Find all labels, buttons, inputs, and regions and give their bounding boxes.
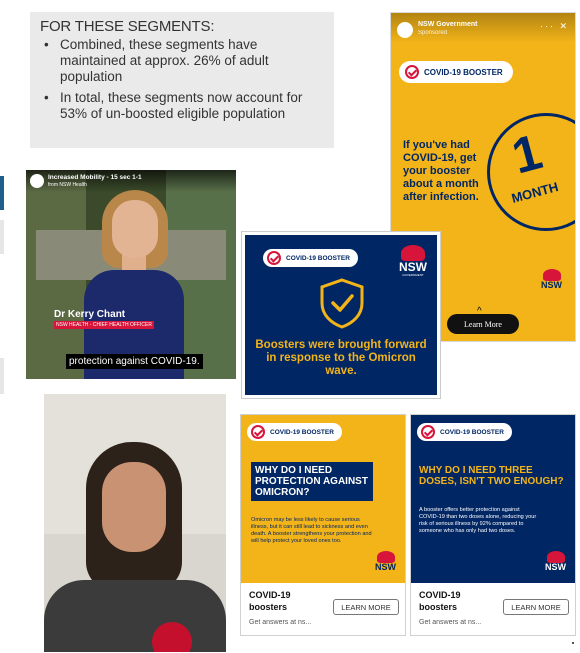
card-body: Omicron may be less likely to cause seri…: [251, 517, 372, 544]
card-title: COVID-19 boosters: [249, 590, 291, 612]
booster-pill-label: COVID-19 BOOSTER: [286, 254, 350, 262]
carousel-card[interactable]: COVID-19 BOOSTER WHY DO I NEED PROTECTIO…: [240, 414, 406, 636]
carousel-ads: COVID-19 BOOSTER WHY DO I NEED PROTECTIO…: [240, 414, 576, 636]
card-body: A booster offers better protection again…: [419, 507, 537, 534]
booster-pill-label: COVID-19 BOOSTER: [424, 67, 503, 77]
nsw-logo: NSW: [375, 551, 396, 572]
video-title: Increased Mobility - 15 sec 1-1: [48, 174, 142, 181]
nsw-logo-sub: GOVERNMENT: [402, 273, 424, 277]
selfie-shirt: [44, 580, 226, 652]
speaker-figure: [84, 180, 184, 379]
speaker-name: Dr Kerry Chant: [54, 309, 126, 320]
edge-bar-blue: [0, 176, 4, 210]
learn-more-button[interactable]: Learn More: [447, 314, 519, 334]
nsw-avatar-icon: [30, 174, 44, 188]
card-headline: WHY DO I NEED PROTECTION AGAINST OMICRON…: [251, 462, 373, 501]
card-description: Get answers at ns...: [419, 619, 482, 626]
nsw-logo-text: NSW: [545, 562, 566, 572]
nsw-logo: NSW: [545, 551, 566, 572]
video-byline: from NSW Health: [48, 182, 87, 188]
speaker-role: NSW HEALTH - CHIEF HEALTH OFFICER: [54, 321, 154, 329]
booster-pill: COVID-19 BOOSTER: [417, 423, 512, 441]
check-circle-icon: [421, 425, 435, 439]
card-headline: WHY DO I NEED THREE DOSES, ISN'T TWO ENO…: [419, 465, 564, 487]
speaker-face: [112, 200, 158, 258]
edge-bar-grey: [0, 220, 4, 254]
story-controls[interactable]: ··· ✕: [540, 21, 569, 32]
booster-pill: COVID-19 BOOSTER: [247, 423, 342, 441]
segments-title: FOR THESE SEGMENTS:: [40, 18, 215, 35]
check-circle-icon: [405, 65, 419, 79]
nsw-logo-text: NSW: [375, 562, 396, 572]
booster-pill-label: COVID-19 BOOSTER: [270, 428, 334, 436]
booster-pill-label: COVID-19 BOOSTER: [440, 428, 504, 436]
page-dot: [572, 642, 574, 644]
segments-list: Combined, these segments have maintained…: [40, 37, 324, 122]
booster-pill: COVID-19 BOOSTER: [263, 249, 358, 267]
selfie-video[interactable]: [44, 394, 226, 652]
segment-bullet: In total, these segments now account for…: [40, 90, 324, 122]
omicron-ad: COVID-19 BOOSTER NSW GOVERNMENT Boosters…: [241, 231, 441, 399]
nsw-logo: NSW GOVERNMENT: [399, 245, 427, 277]
nsw-avatar-icon: [397, 22, 413, 38]
video-caption: protection against COVID-19.: [66, 354, 203, 369]
segments-box: FOR THESE SEGMENTS: Combined, these segm…: [30, 12, 334, 148]
creative-collage: FOR THESE SEGMENTS: Combined, these segm…: [0, 0, 580, 653]
nsw-logo: NSW: [541, 269, 562, 290]
learn-more-button[interactable]: LEARN MORE: [333, 599, 399, 615]
story-account: NSW Government: [418, 21, 478, 28]
card-title: COVID-19 boosters: [419, 590, 461, 612]
edge-bar-grey-2: [0, 358, 4, 394]
shield-check-icon: [320, 278, 364, 329]
selfie-face: [102, 462, 166, 552]
nsw-logo-text: NSW: [541, 280, 562, 290]
learn-more-button[interactable]: LEARN MORE: [503, 599, 569, 615]
video-thumbnail[interactable]: Increased Mobility - 15 sec 1-1 from NSW…: [26, 170, 236, 379]
card-description: Get answers at ns...: [249, 619, 312, 626]
story-sponsored: Sponsored: [418, 30, 448, 36]
segment-bullet: Combined, these segments have maintained…: [40, 37, 324, 85]
check-circle-icon: [251, 425, 265, 439]
omicron-headline: Boosters were brought forward in respons…: [255, 339, 427, 377]
nsw-logo-text: NSW: [399, 260, 427, 274]
story-message: If you've had COVID-19, get your booster…: [403, 139, 479, 203]
check-circle-icon: [267, 251, 281, 265]
waratah-icon: [401, 245, 425, 261]
booster-pill: COVID-19 BOOSTER: [399, 61, 513, 83]
carousel-card[interactable]: COVID-19 BOOSTER WHY DO I NEED THREE DOS…: [410, 414, 576, 636]
